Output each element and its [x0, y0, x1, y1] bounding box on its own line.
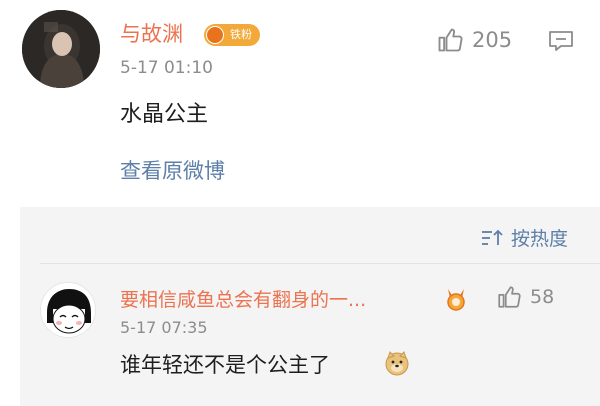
fan-badge-icon — [206, 26, 224, 44]
fan-badge-label: 铁粉 — [230, 28, 252, 41]
username[interactable]: 与故渊 — [120, 18, 183, 48]
like-button[interactable]: 205 — [436, 26, 512, 54]
reply-time: 5-17 07:35 — [120, 318, 208, 337]
reply-like-button[interactable]: 58 — [496, 284, 554, 310]
sort-label: 按热度 — [510, 228, 568, 250]
reply-like-count: 58 — [530, 286, 555, 308]
fan-medal-icon — [447, 289, 465, 311]
sort-icon — [481, 229, 503, 245]
cartoon-face-icon — [41, 283, 95, 337]
view-original-post-link[interactable]: 查看原微博 — [120, 155, 225, 185]
comment-time: 5-17 01:10 — [120, 58, 213, 78]
reply-username[interactable]: 要相信咸鱼总会有翻身的一... — [120, 285, 366, 312]
thumbs-up-icon — [498, 286, 521, 308]
reply-avatar[interactable] — [40, 282, 96, 338]
like-count: 205 — [472, 28, 513, 52]
avatar[interactable] — [22, 10, 100, 88]
doge-emoji-icon — [385, 351, 409, 376]
avatar-photo — [22, 10, 100, 88]
thumbs-up-icon — [438, 28, 463, 52]
divider — [40, 263, 600, 264]
sort-by-popularity-button[interactable]: 按热度 — [481, 224, 568, 251]
comment-text: 水晶公主 — [120, 102, 209, 127]
reply-text: 谁年轻还不是个公主了 — [120, 353, 330, 377]
fan-badge[interactable]: 铁粉 — [204, 24, 260, 46]
comment-bubble-icon[interactable] — [548, 30, 574, 52]
